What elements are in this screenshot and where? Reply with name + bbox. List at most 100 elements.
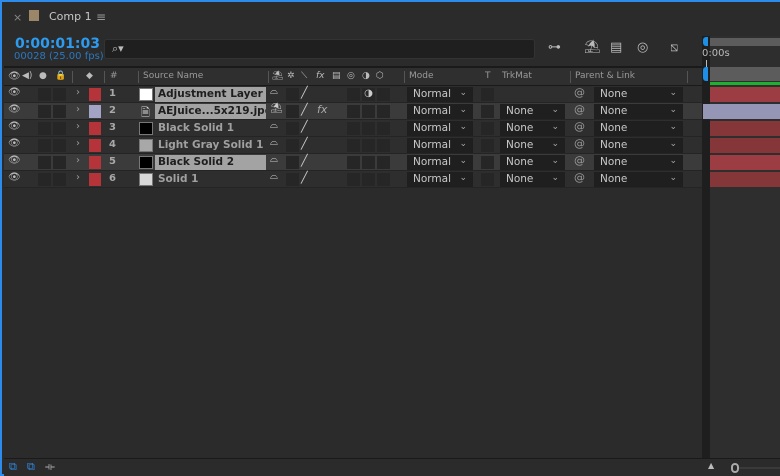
zoom-slider[interactable]: [737, 467, 780, 469]
effects-icon[interactable]: fx: [317, 103, 327, 116]
expand-chevron-icon[interactable]: ›: [76, 121, 80, 132]
expand-chevron-icon[interactable]: ›: [76, 138, 80, 149]
adjustment-layer-toggle[interactable]: [362, 105, 375, 118]
layer-duration-bar[interactable]: [710, 155, 780, 170]
motion-blur-toggle[interactable]: [347, 88, 360, 101]
adjustment-layer-toggle[interactable]: [362, 156, 375, 169]
solo-toggle[interactable]: [38, 105, 51, 118]
pickwhip-icon[interactable]: @: [574, 171, 585, 184]
solo-header-icon[interactable]: ●: [39, 71, 47, 81]
preserve-transparency-toggle[interactable]: [481, 88, 494, 101]
panel-menu-icon[interactable]: ≡: [96, 10, 106, 24]
motion-blur-toggle[interactable]: [347, 173, 360, 186]
3d-layer-toggle[interactable]: [377, 156, 390, 169]
layer-row[interactable]: 👁 › 5 Black Solid 2 ⌓ ╱ Normal ⌄ None ⌄ @ …: [4, 154, 702, 171]
mode-dropdown[interactable]: Normal ⌄: [407, 87, 473, 102]
source-name-header[interactable]: Source Name: [143, 71, 203, 81]
layer-name[interactable]: Black Solid 1: [155, 121, 266, 136]
collapse-toggle[interactable]: [286, 105, 299, 118]
lock-header-icon[interactable]: 🔒: [55, 71, 66, 81]
zoom-out-icon[interactable]: ▲: [708, 461, 714, 470]
eye-icon[interactable]: 👁: [8, 138, 21, 149]
shy-icon[interactable]: ⌓: [270, 171, 278, 182]
expand-chevron-icon[interactable]: ›: [76, 172, 80, 183]
panel-divider[interactable]: [702, 36, 710, 460]
search-input[interactable]: ⌕▾: [104, 39, 535, 59]
lock-toggle[interactable]: [53, 88, 66, 101]
lock-toggle[interactable]: [53, 173, 66, 186]
label-color[interactable]: [89, 173, 101, 186]
layer-duration-bar[interactable]: [710, 87, 780, 102]
trkmat-dropdown[interactable]: None ⌄: [500, 104, 565, 119]
layer-name[interactable]: Light Gray Solid 1: [155, 138, 266, 153]
mode-dropdown[interactable]: Normal ⌄: [407, 121, 473, 136]
collapse-toggle[interactable]: [286, 88, 299, 101]
parent-dropdown[interactable]: None ⌄: [594, 121, 683, 136]
layer-duration-bar[interactable]: [710, 121, 780, 136]
mode-dropdown[interactable]: Normal ⌄: [407, 138, 473, 153]
shy-icon[interactable]: ⌓: [270, 137, 278, 148]
collapse-icon[interactable]: ⛱: [270, 103, 283, 114]
video-switch-header-icon[interactable]: 👁: [8, 71, 21, 82]
layer-duration-bar[interactable]: [710, 172, 780, 187]
layer-name[interactable]: AEJuice...5x219.jpeg: [155, 104, 266, 119]
trkmat-dropdown[interactable]: None ⌄: [500, 138, 565, 153]
trkmat-dropdown[interactable]: None ⌄: [500, 121, 565, 136]
adjustment-layer-toggle[interactable]: [362, 139, 375, 152]
solo-toggle[interactable]: [38, 88, 51, 101]
parent-dropdown[interactable]: None ⌄: [594, 87, 683, 102]
layer-name[interactable]: Adjustment Layer 2: [155, 87, 266, 102]
layer-name[interactable]: Black Solid 2: [155, 155, 266, 170]
collapse-toggle[interactable]: [286, 156, 299, 169]
label-color[interactable]: [89, 88, 101, 101]
preserve-transparency-toggle[interactable]: [481, 105, 494, 118]
zoom-slider-handle[interactable]: [731, 463, 739, 473]
layer-row[interactable]: 👁 › 2 🗎 AEJuice...5x219.jpeg ⛱ ╱ fx Norm…: [4, 103, 702, 120]
shy-layers-icon[interactable]: ⛱: [584, 40, 601, 55]
3d-layer-toggle[interactable]: [377, 139, 390, 152]
preserve-transparency-toggle[interactable]: [481, 122, 494, 135]
mode-dropdown[interactable]: Normal ⌄: [407, 104, 473, 119]
layer-switches-toggle-icon[interactable]: ⧉: [9, 460, 17, 474]
shy-icon[interactable]: ⌓: [270, 120, 278, 131]
layer-duration-bar[interactable]: [710, 138, 780, 153]
composition-flowchart-icon[interactable]: ⊶: [548, 40, 561, 55]
current-time-display[interactable]: 0:00:01:03: [15, 36, 100, 52]
adjustment-layer-toggle[interactable]: ◑: [362, 88, 375, 101]
parent-link-header[interactable]: Parent & Link: [575, 71, 635, 81]
parent-dropdown[interactable]: None ⌄: [594, 155, 683, 170]
navigator-start-handle[interactable]: [703, 37, 708, 46]
3d-layer-toggle[interactable]: [377, 173, 390, 186]
motion-blur-toggle[interactable]: [347, 156, 360, 169]
shy-icon[interactable]: ⌓: [270, 86, 278, 97]
adjustment-layer-toggle[interactable]: [362, 122, 375, 135]
mode-header[interactable]: Mode: [409, 71, 434, 81]
quality-icon[interactable]: ╱: [301, 120, 308, 133]
pickwhip-icon[interactable]: @: [574, 86, 585, 99]
pickwhip-icon[interactable]: @: [574, 103, 585, 116]
time-navigator[interactable]: [710, 38, 780, 46]
graph-editor-icon[interactable]: ⧅: [670, 40, 678, 55]
motion-blur-icon[interactable]: ◎: [637, 40, 648, 55]
eye-icon[interactable]: 👁: [8, 87, 21, 98]
collapse-toggle[interactable]: [286, 139, 299, 152]
layer-row[interactable]: 👁 › 3 Black Solid 1 ⌓ ╱ Normal ⌄ None ⌄ @ …: [4, 120, 702, 137]
label-color[interactable]: [89, 122, 101, 135]
layer-duration-bar[interactable]: [703, 104, 780, 119]
lock-toggle[interactable]: [53, 156, 66, 169]
in-out-toggle-icon[interactable]: ⟛: [45, 460, 55, 474]
quality-icon[interactable]: ╱: [301, 86, 308, 99]
work-area-bar[interactable]: [710, 67, 780, 81]
eye-icon[interactable]: 👁: [8, 121, 21, 132]
parent-dropdown[interactable]: None ⌄: [594, 104, 683, 119]
label-color[interactable]: [89, 139, 101, 152]
pickwhip-icon[interactable]: @: [574, 120, 585, 133]
label-header-icon[interactable]: ◆: [86, 71, 93, 81]
pickwhip-icon[interactable]: @: [574, 154, 585, 167]
quality-icon[interactable]: ╱: [301, 103, 308, 116]
transfer-controls-toggle-icon[interactable]: ⧉: [27, 460, 35, 474]
layer-row[interactable]: 👁 › 1 Adjustment Layer 2 ⌓ ╱ ◑ Normal ⌄ @…: [4, 86, 702, 103]
tab-comp-1[interactable]: Comp 1: [49, 10, 92, 23]
layer-name[interactable]: Solid 1: [155, 172, 266, 187]
trkmat-dropdown[interactable]: None ⌄: [500, 155, 565, 170]
